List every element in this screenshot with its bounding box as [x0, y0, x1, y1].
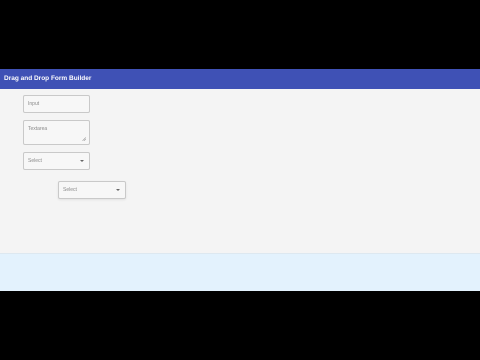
dropdown-caret-icon — [80, 160, 84, 162]
form-canvas[interactable]: Input Textarea Select Select — [0, 89, 480, 253]
dragged-select-placeholder: Select — [63, 187, 77, 193]
app-title: Drag and Drop Form Builder — [4, 75, 92, 82]
select-placeholder: Select — [28, 158, 42, 164]
app-header: Drag and Drop Form Builder — [0, 69, 480, 89]
textarea-placeholder: Textarea — [28, 126, 48, 132]
dropdown-caret-icon — [116, 189, 120, 191]
dragged-select-field[interactable]: Select — [58, 181, 126, 199]
input-field[interactable]: Input — [23, 95, 90, 113]
app-window: Drag and Drop Form Builder Input Textare… — [0, 69, 480, 291]
input-placeholder: Input — [28, 101, 40, 107]
drop-zone[interactable] — [0, 253, 480, 291]
select-field[interactable]: Select — [23, 152, 90, 170]
textarea-field[interactable]: Textarea — [23, 120, 90, 145]
resize-grip-icon[interactable] — [82, 137, 86, 141]
